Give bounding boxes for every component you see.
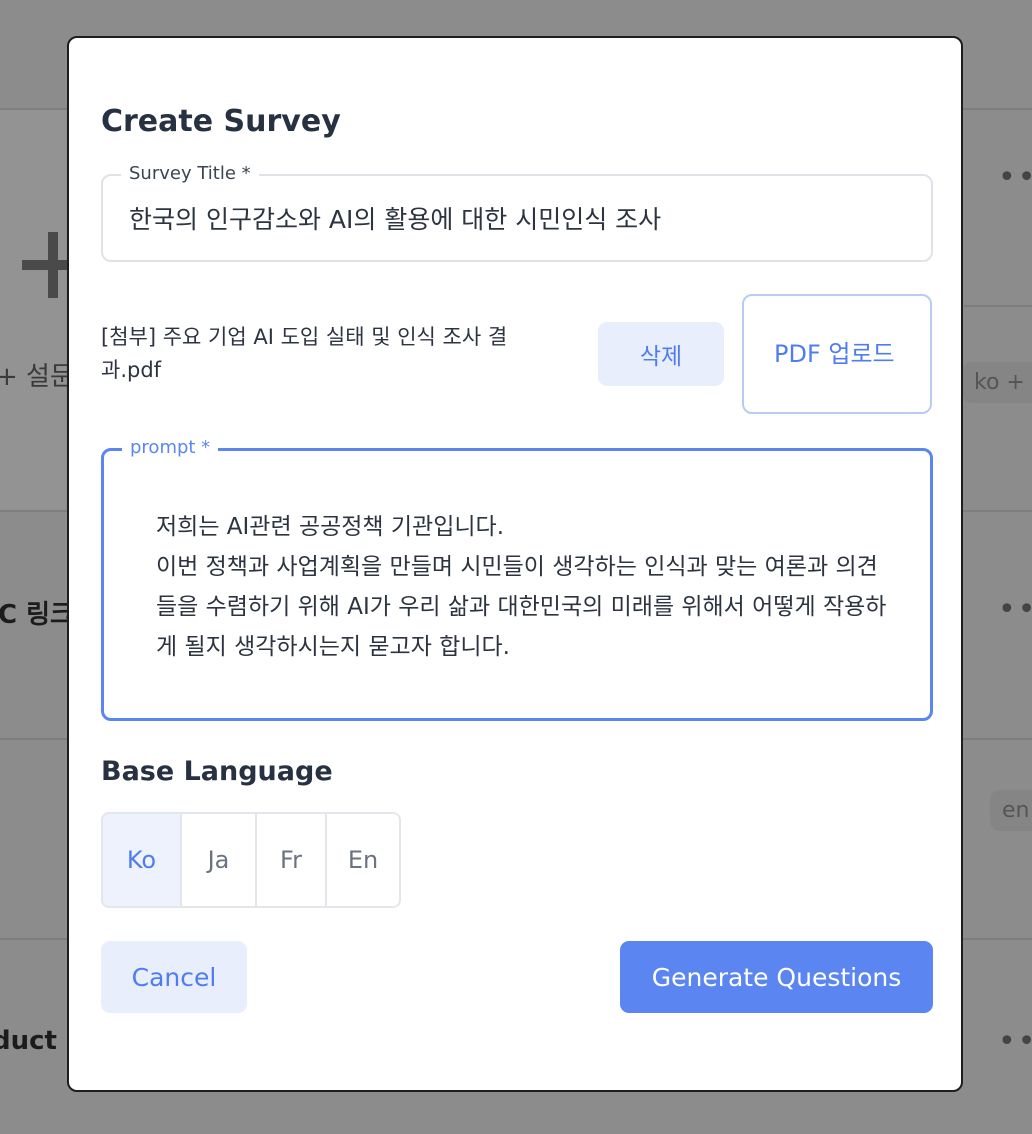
base-language-title: Base Language (101, 756, 333, 787)
base-language-selector: Ko Ja Fr En (101, 812, 401, 908)
divider (964, 305, 1032, 307)
generate-questions-button[interactable]: Generate Questions (620, 941, 933, 1013)
card-title: C 링크 (0, 600, 74, 630)
language-option-en[interactable]: En (325, 814, 399, 906)
new-survey-card (0, 110, 66, 510)
dialog-title: Create Survey (101, 104, 341, 139)
language-chip: en (990, 790, 1032, 831)
create-survey-dialog: Create Survey Survey Title * 한국의 인구감소와 A… (67, 36, 963, 1092)
survey-title-label: Survey Title * (121, 162, 259, 186)
cancel-button[interactable]: Cancel (101, 941, 247, 1013)
language-option-fr[interactable]: Fr (255, 814, 325, 906)
new-survey-label: + 설문 (0, 362, 74, 392)
more-icon: •• (998, 592, 1032, 627)
language-option-ja[interactable]: Ja (180, 814, 255, 906)
prompt-textarea[interactable]: 저희는 AI관련 공공정책 기관입니다. 이번 정책과 사업계획을 만들며 시민… (156, 507, 896, 667)
language-option-ko[interactable]: Ko (103, 814, 180, 906)
prompt-label: prompt * (122, 436, 219, 460)
attachment-file-name: [첨부] 주요 기업 AI 도입 실태 및 인식 조사 결과.pdf (101, 325, 508, 382)
more-icon: •• (998, 1024, 1032, 1059)
more-icon: •• (998, 160, 1032, 195)
delete-attachment-button[interactable]: 삭제 (598, 322, 724, 386)
survey-title-field[interactable]: Survey Title * 한국의 인구감소와 AI의 활용에 대한 시민인식… (101, 162, 933, 262)
pdf-upload-button[interactable]: PDF 업로드 (742, 294, 932, 414)
survey-title-input[interactable]: 한국의 인구감소와 AI의 활용에 대한 시민인식 조사 (129, 200, 661, 236)
prompt-field[interactable]: prompt * 저희는 AI관련 공공정책 기관입니다. 이번 정책과 사업계… (101, 436, 933, 721)
language-chip: ko + 2 (962, 362, 1032, 403)
